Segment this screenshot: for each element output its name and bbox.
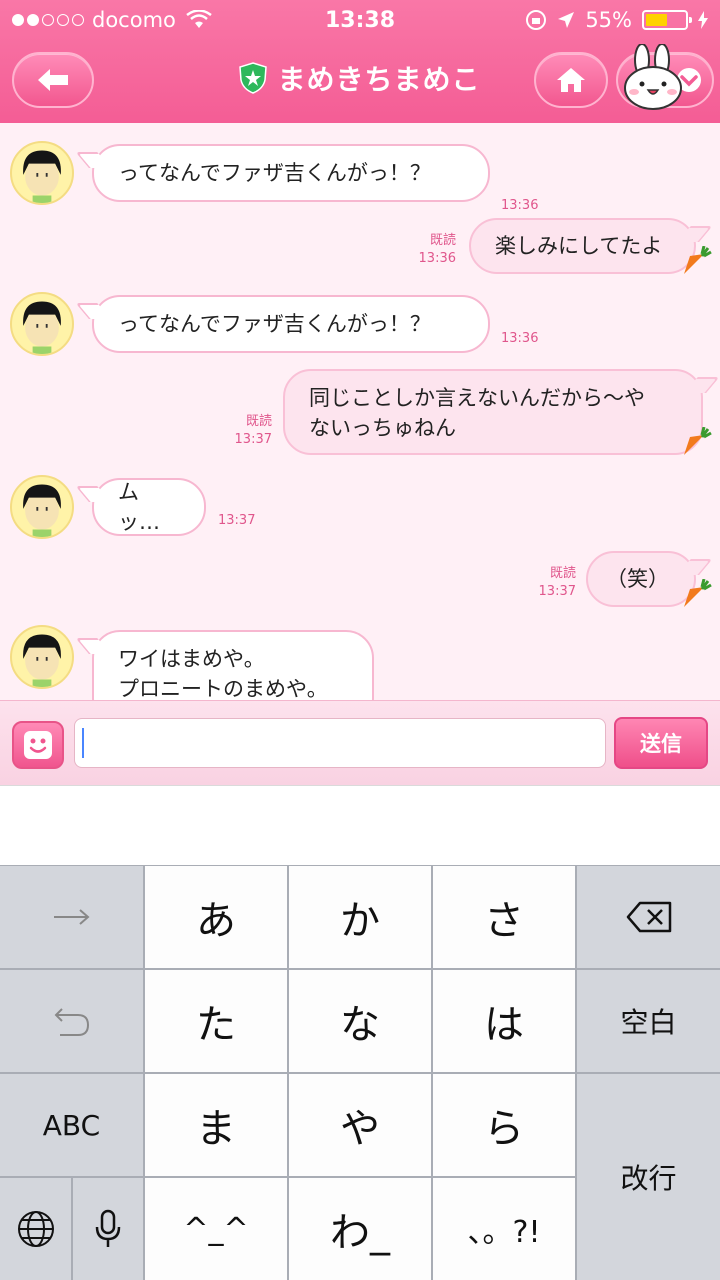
message-bubble[interactable]: ってなんでファザ吉くんがっ！？	[92, 295, 490, 353]
key-ma[interactable]: ま	[145, 1074, 287, 1176]
undo-key[interactable]	[0, 970, 143, 1072]
globe-icon	[17, 1211, 54, 1247]
carrot-icon	[684, 427, 712, 455]
key-punctuation[interactable]: 、。?!	[433, 1178, 575, 1280]
key-wa[interactable]: わ_	[289, 1178, 431, 1280]
read-receipt: 既読	[549, 566, 576, 581]
key-a[interactable]: あ	[145, 866, 287, 968]
keyboard-spacer	[0, 785, 720, 865]
message-meta: 既読 13:36	[414, 232, 456, 268]
message-text-line: 同じことしか言えないんだから〜や	[309, 386, 645, 410]
key-emoticon[interactable]: ^_^	[145, 1178, 287, 1280]
backspace-key[interactable]	[577, 866, 720, 968]
avatar[interactable]	[10, 292, 74, 356]
message-time: 13:37	[538, 584, 576, 599]
key-ra[interactable]: ら	[433, 1074, 575, 1176]
status-bar: docomo 13:38 55%	[0, 0, 720, 40]
message-text-line: プロニートのまめや。	[118, 677, 328, 700]
smiley-icon	[24, 731, 52, 759]
message-bubble[interactable]: ってなんでファザ吉くんがっ！？	[92, 144, 490, 202]
bunny-mascot-icon	[624, 44, 682, 110]
key-ta[interactable]: た	[145, 970, 287, 1072]
abc-key[interactable]: ABC	[0, 1074, 143, 1176]
emoji-button[interactable]	[12, 721, 64, 769]
message-meta: 既読 13:37	[230, 413, 272, 449]
key-ka[interactable]: か	[289, 866, 431, 968]
japanese-keyboard: あ か さ た な は 空白 ABC ま や ら 改行 ^_^ わ_ 、。?!	[0, 865, 720, 1280]
next-candidate-key[interactable]	[0, 866, 143, 968]
message-text: （笑）	[606, 567, 669, 591]
read-receipt: 既読	[245, 414, 272, 429]
backspace-icon	[626, 901, 671, 933]
wifi-icon	[186, 10, 212, 28]
microphone-icon	[95, 1209, 121, 1247]
avatar[interactable]	[10, 625, 74, 689]
page-title: まめきちまめこ	[277, 63, 481, 96]
carrot-icon	[684, 579, 712, 607]
message-bubble[interactable]: ワイはまめや。 プロニートのまめや。	[92, 630, 374, 700]
location-arrow-icon	[558, 12, 575, 28]
home-icon	[557, 68, 585, 92]
message-text: ってなんでファザ吉くんがっ！？	[118, 312, 431, 336]
message-bubble[interactable]: 同じことしか言えないんだから〜や ないっちゅねん	[283, 369, 703, 455]
message-text-line: ないっちゅねん	[309, 416, 456, 440]
key-ya[interactable]: や	[289, 1074, 431, 1176]
official-shield-icon	[239, 62, 268, 94]
undo-icon	[54, 1008, 89, 1036]
carrier-name: docomo	[92, 8, 176, 32]
message-text: ムッ…	[118, 480, 160, 534]
arrow-right-icon	[53, 909, 90, 925]
message-bubble[interactable]: ムッ…	[92, 478, 206, 536]
return-key[interactable]: 改行	[577, 1074, 720, 1280]
battery-percent: 55%	[585, 8, 632, 32]
message-text: 楽しみにしてたよ	[495, 234, 663, 258]
message-text: ってなんでファザ吉くんがっ！？	[118, 161, 431, 185]
message-time: 13:37	[234, 432, 272, 447]
home-button[interactable]	[534, 52, 608, 108]
key-sa[interactable]: さ	[433, 866, 575, 968]
message-input[interactable]	[74, 718, 606, 768]
space-key[interactable]: 空白	[577, 970, 720, 1072]
signal-dots-icon	[12, 14, 84, 26]
message-bubble[interactable]: 楽しみにしてたよ	[469, 218, 696, 274]
message-meta: 既読 13:37	[534, 565, 576, 601]
avatar[interactable]	[10, 475, 74, 539]
key-ha[interactable]: は	[433, 970, 575, 1072]
chat-area[interactable]: ってなんでファザ吉くんがっ！？ 13:36 既読 13:36 楽しみにしてたよ …	[0, 123, 720, 700]
send-button[interactable]: 送信	[614, 717, 708, 769]
globe-key[interactable]	[0, 1178, 71, 1280]
read-receipt: 既読	[429, 233, 456, 248]
message-input-bar: 送信	[0, 700, 720, 785]
orientation-lock-icon	[526, 10, 547, 30]
key-na[interactable]: な	[289, 970, 431, 1072]
avatar[interactable]	[10, 141, 74, 205]
top-bar: docomo 13:38 55% まめきちまめこ	[0, 0, 720, 123]
message-time: 13:36	[501, 198, 539, 213]
battery-icon	[642, 10, 692, 30]
carrot-icon	[684, 246, 712, 274]
microphone-key[interactable]	[73, 1178, 143, 1280]
chat-title: まめきちまめこ	[0, 58, 720, 98]
message-text-line: ワイはまめや。	[118, 647, 265, 671]
text-caret	[82, 728, 84, 758]
message-time: 13:36	[501, 331, 539, 346]
message-time: 13:37	[218, 513, 256, 528]
message-time: 13:36	[418, 251, 456, 266]
charging-bolt-icon	[698, 11, 708, 29]
